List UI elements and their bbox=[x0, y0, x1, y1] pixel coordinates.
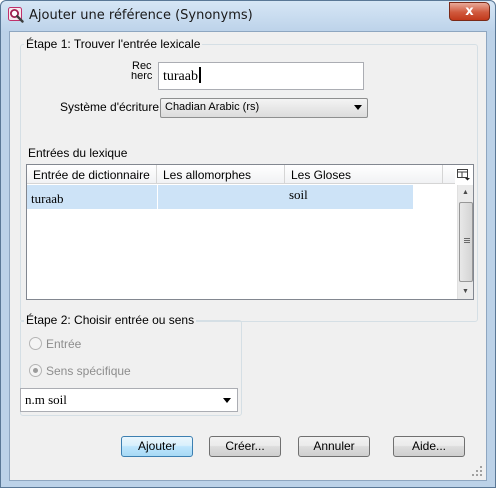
grip-line bbox=[464, 240, 470, 241]
search-input-value: turaab bbox=[163, 69, 198, 84]
col-header-filler bbox=[443, 165, 455, 184]
table-row[interactable]: turaab soil bbox=[27, 185, 413, 209]
col-header-entry[interactable]: Entrée de dictionnaire bbox=[27, 165, 157, 184]
cell-entry: turaab bbox=[31, 191, 64, 206]
step2-legend: Étape 2: Choisir entrée ou sens bbox=[24, 313, 197, 327]
resize-grip-icon[interactable] bbox=[472, 466, 484, 478]
chevron-down-icon bbox=[223, 398, 231, 403]
cancel-button[interactable]: Annuler bbox=[298, 436, 370, 457]
close-icon: x bbox=[465, 4, 474, 19]
grip-line bbox=[464, 242, 470, 243]
grip-line bbox=[464, 238, 470, 239]
lexicon-grid[interactable]: Entrée de dictionnaire Les allomorphes L… bbox=[26, 164, 474, 300]
scroll-up-icon[interactable]: ▲ bbox=[462, 189, 469, 196]
col-header-glosses[interactable]: Les Gloses bbox=[285, 165, 443, 184]
col-header-allomorphs[interactable]: Les allomorphes bbox=[157, 165, 285, 184]
radio-entry-label: Entrée bbox=[46, 337, 82, 351]
search-label-line1: Rec bbox=[132, 60, 152, 72]
scroll-thumb[interactable] bbox=[459, 202, 473, 282]
add-button-label: Ajouter bbox=[137, 439, 177, 453]
cell-gloss: soil bbox=[289, 187, 308, 202]
row-divider bbox=[157, 185, 158, 209]
sense-select[interactable]: n.m soil bbox=[20, 388, 238, 412]
search-input[interactable]: turaab bbox=[158, 62, 364, 90]
title-bar[interactable]: Ajouter une référence (Synonyms) x bbox=[1, 1, 495, 31]
radio-sense[interactable] bbox=[29, 364, 42, 377]
column-chooser-button[interactable] bbox=[455, 166, 473, 184]
chevron-down-icon bbox=[354, 105, 362, 110]
text-caret bbox=[198, 67, 201, 83]
radio-sense-label: Sens spécifique bbox=[46, 364, 131, 378]
create-button-label: Créer... bbox=[225, 439, 265, 453]
step1-legend: Étape 1: Trouver l'entrée lexicale bbox=[24, 37, 203, 51]
cancel-button-label: Annuler bbox=[313, 439, 355, 453]
search-label-line2: herc bbox=[131, 72, 153, 80]
add-button[interactable]: Ajouter bbox=[121, 436, 193, 457]
column-chooser-icon bbox=[457, 169, 470, 181]
writing-system-label: Système d'écriture: bbox=[60, 100, 163, 114]
radio-entry[interactable] bbox=[29, 337, 42, 350]
help-button-label: Aide... bbox=[411, 439, 447, 453]
sense-select-value: n.m soil bbox=[25, 392, 67, 407]
vertical-scrollbar[interactable]: ▲ ▼ bbox=[457, 185, 473, 299]
close-button[interactable]: x bbox=[449, 2, 490, 21]
create-button[interactable]: Créer... bbox=[209, 436, 281, 457]
dialog-window: Ajouter une référence (Synonyms) x Étape… bbox=[0, 0, 496, 488]
window-title: Ajouter une référence (Synonyms) bbox=[29, 8, 253, 23]
magnifier-app-icon bbox=[8, 7, 24, 23]
scroll-down-icon[interactable]: ▼ bbox=[462, 288, 469, 295]
writing-system-select[interactable]: Chadian Arabic (rs) bbox=[160, 98, 368, 118]
writing-system-value: Chadian Arabic (rs) bbox=[165, 101, 260, 113]
help-button[interactable]: Aide... bbox=[393, 436, 465, 457]
dialog-client-area: Étape 1: Trouver l'entrée lexicale Rec h… bbox=[9, 31, 487, 481]
lexicon-label: Entrées du lexique bbox=[28, 146, 128, 160]
